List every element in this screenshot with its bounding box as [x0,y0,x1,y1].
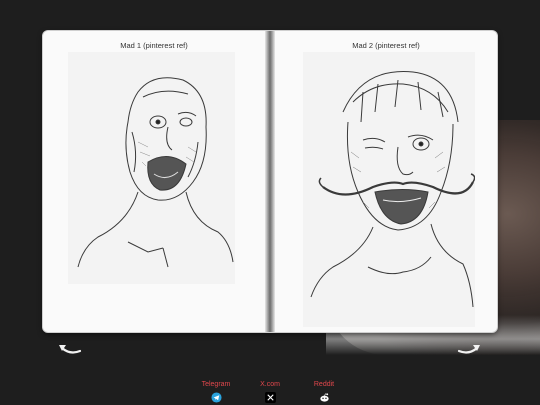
telegram-label: Telegram [201,381,231,388]
reddit-icon [319,393,329,402]
telegram-icon [210,392,222,403]
curved-arrow-right-icon [457,345,480,354]
book-spine [265,31,275,332]
curved-arrow-left-icon [59,345,82,354]
prev-page-button[interactable] [56,339,84,359]
x-label: X.com [260,381,280,388]
reddit-link[interactable]: Reddit [304,380,344,403]
reddit-label: Reddit [313,381,335,388]
x-link[interactable]: X.com [250,380,290,403]
sketch-image-mad-1 [68,52,235,284]
flipbook: Mad 1 (pinterest ref) Mad 2 (pinterest r… [43,31,497,332]
page-title: Mad 1 (pinterest ref) [120,41,188,50]
telegram-link[interactable]: Telegram [196,380,236,403]
page-title: Mad 2 (pinterest ref) [352,41,420,50]
page-right: Mad 2 (pinterest ref) [275,31,497,332]
sketch-image-mad-2 [303,52,475,327]
x-icon [264,392,276,403]
social-links: Telegram X.com Reddit [0,380,540,405]
page-left: Mad 1 (pinterest ref) [43,31,265,332]
next-page-button[interactable] [455,339,483,359]
